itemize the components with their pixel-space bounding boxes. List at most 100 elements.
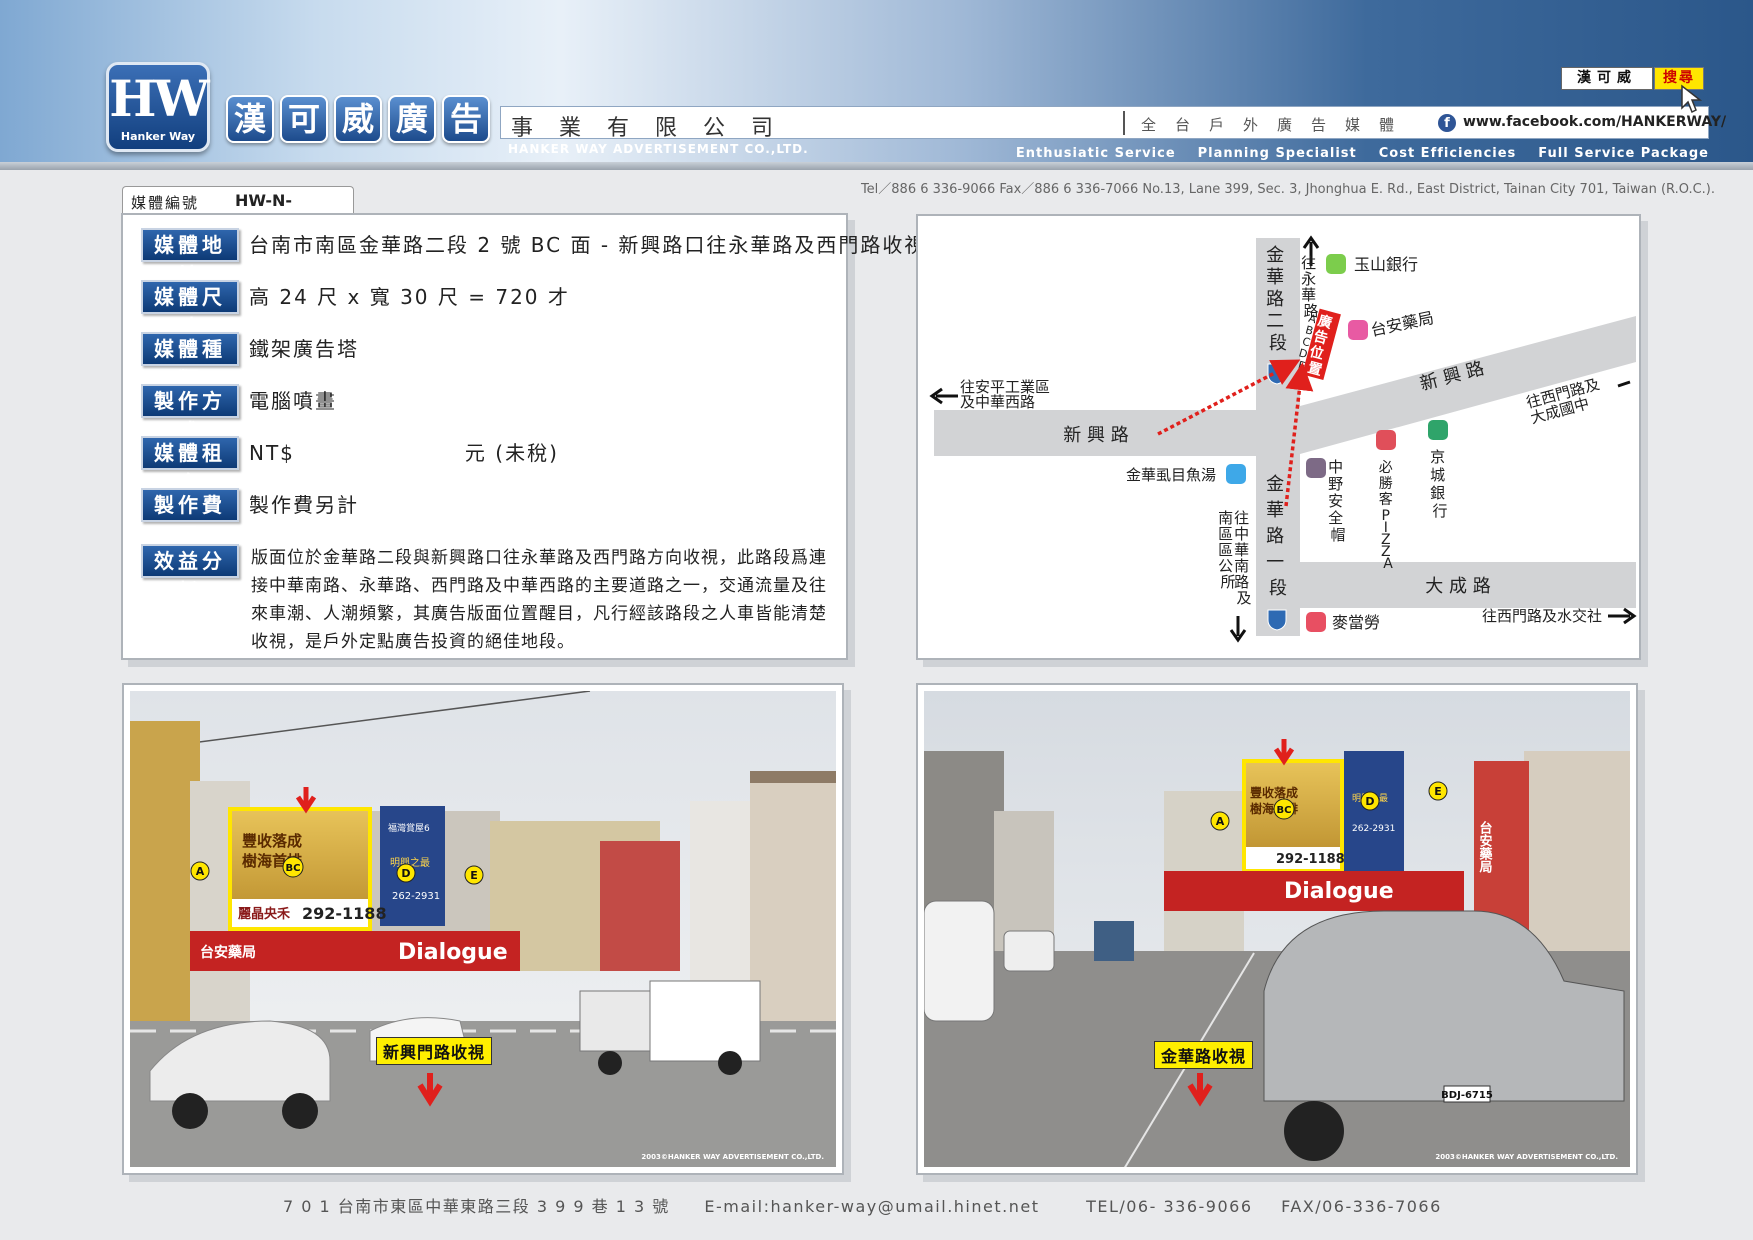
service-item: Planning Specialist — [1197, 146, 1357, 161]
landmark-taian-icon — [1348, 320, 1368, 340]
landmark-nakano: 中 野 安 全 帽 — [1328, 458, 1348, 544]
brand-char: 漢 — [226, 95, 274, 143]
billboard-bc: 豐收落成 樹海首排 292-1188 — [1242, 759, 1345, 873]
photo-xinxing-view: 豐收落成 樹海首排 麗晶央禾 292-1188 福灣賞屋6 明興之最 262-2… — [122, 683, 844, 1175]
media-code-label: 媒體編號 — [131, 194, 200, 212]
landmark-mcd-icon — [1306, 612, 1326, 632]
company-slogan: 全台戶外廣告媒體 — [1141, 116, 1414, 134]
svg-text:A: A — [196, 865, 205, 878]
search-input[interactable]: 漢可威 — [1561, 67, 1653, 90]
svg-text:麗晶央禾: 麗晶央禾 — [238, 906, 291, 922]
rent-prefix: NT$ — [249, 441, 295, 465]
logo-subtitle: Hanker Way — [120, 130, 196, 143]
contact-line: Tel／886 6 336-9066 Fax／886 6 336-7066 No… — [860, 182, 1715, 197]
direction-anping: 往安平工業區 及中華西路 — [960, 378, 1055, 411]
info-value: 電腦噴畫 — [249, 389, 337, 413]
svg-text:BC: BC — [286, 863, 301, 874]
info-value: NT$ 元 (未稅) — [249, 436, 559, 470]
landmark-kingsbank-icon — [1428, 420, 1448, 440]
facebook-icon[interactable]: f — [1438, 114, 1456, 132]
service-item: Cost Efficiencies — [1378, 146, 1517, 161]
brand-name: 漢 可 威 廣 告 — [226, 95, 490, 143]
pharmacy-sign: 台安藥局 — [1477, 820, 1494, 874]
svg-text:豐收落成: 豐收落成 — [242, 832, 302, 850]
landmark-nakano-icon — [1306, 458, 1326, 478]
info-label: 製作費用 — [141, 488, 239, 547]
brand-char: 廣 — [388, 95, 436, 143]
road-label-dacheng: 大 成 路 — [1425, 576, 1490, 597]
landmark-mcd: 麥當勞 — [1332, 613, 1380, 632]
photo-credit: 2003©HANKER WAY ADVERTISEMENT CO.,LTD. — [641, 1153, 824, 1161]
svg-text:262-2931: 262-2931 — [1352, 824, 1395, 834]
location-map: 金 華 路 二 段 金 華 路 一 段 新 興 路 新 興 路 大 成 路 往 … — [916, 214, 1641, 660]
info-value: 製作費另計 — [249, 493, 359, 517]
info-label: 效益分析 — [141, 544, 239, 603]
footer-contact: 7 0 1 台南市東區中華東路三段 3 9 9 巷 1 3 號 E-mail:h… — [283, 1193, 1442, 1217]
media-code-tab: 媒體編號 HW-N-0206BC — [122, 186, 354, 229]
photo-credit: 2003©HANKER WAY ADVERTISEMENT CO.,LTD. — [1435, 1153, 1618, 1161]
service-item: Full Service Package — [1538, 146, 1709, 161]
billboard-bc: 豐收落成 樹海首排 麗晶央禾 292-1188 — [228, 807, 387, 931]
landmark-pizza: 必 勝 客 P I Z Z A — [1379, 460, 1397, 572]
pharmacy-sign: 台安藥局 — [200, 944, 256, 961]
store-sign-dialogue: Dialogue — [398, 940, 508, 965]
info-label: 媒體地址 — [141, 228, 239, 287]
service-item: Enthusiatic Service — [1015, 146, 1176, 161]
svg-text:E: E — [470, 869, 478, 882]
company-name: 事業有限公司 — [511, 116, 800, 141]
header-banner: HW Hanker Way 漢 可 威 廣 告 事業有限公司 全台戶外廣告媒體 … — [0, 0, 1753, 170]
svg-text:福灣賞屋6: 福灣賞屋6 — [388, 822, 430, 834]
landmark-taian: 台安藥局 — [1369, 308, 1436, 340]
bar-divider — [1123, 111, 1125, 135]
arrow-south-icon — [1229, 616, 1247, 643]
info-value: 台南市南區金華路二段 2 號 BC 面 - 新興路口往永華路及西門路收視 — [249, 233, 927, 257]
company-bar: 事業有限公司 全台戶外廣告媒體 f www.facebook.com/HANKE… — [500, 106, 1726, 141]
info-value: 高 24 尺 x 寬 30 尺 = 720 才 — [249, 285, 570, 309]
svg-text:292-1188: 292-1188 — [1276, 852, 1345, 867]
svg-text:D: D — [401, 867, 410, 880]
brand-char: 威 — [334, 95, 382, 143]
media-info-panel: 媒體地址 台南市南區金華路二段 2 號 BC 面 - 新興路口往永華路及西門路收… — [121, 213, 924, 660]
info-row-fee: 製作費用 製作費另計 — [141, 488, 359, 547]
facebook-link[interactable]: www.facebook.com/HANKERWAY/ — [1463, 114, 1726, 130]
svg-text:A: A — [1216, 815, 1225, 828]
info-row-analysis: 效益分析 版面位於金華路二段與新興路口往永華路及西門路方向收視，此路段爲連接中華… — [141, 544, 831, 656]
footer-email[interactable]: E-mail:hanker-way@umail.hinet.net — [704, 1197, 1039, 1216]
svg-text:BC: BC — [1277, 805, 1292, 816]
info-row-method: 製作方式 電腦噴畫 — [141, 384, 337, 443]
svg-text:E: E — [1434, 785, 1442, 798]
landmark-esun-icon — [1326, 254, 1346, 274]
footer-address: 7 0 1 台南市東區中華東路三段 3 9 9 巷 1 3 號 — [283, 1197, 670, 1216]
info-label: 製作方式 — [141, 384, 239, 443]
photo-caption: 新興門路收視 — [376, 1037, 493, 1065]
road-label-jinhua-1: 金 華 路 一 段 — [1266, 474, 1290, 599]
photo-caption: 金華路收視 — [1154, 1041, 1254, 1069]
photo-scene: 豐收落成 樹海首排 麗晶央禾 292-1188 福灣賞屋6 明興之最 262-2… — [130, 691, 836, 1167]
license-plate: BDJ-6715 — [1441, 1090, 1493, 1101]
info-label: 媒體種類 — [141, 332, 239, 391]
brand-char: 告 — [442, 95, 490, 143]
footer-tel: TEL/06- 336-9066 — [1086, 1197, 1253, 1216]
info-row-rent: 媒體租金 NT$ 元 (未稅) — [141, 436, 559, 495]
photo-jinhua-view: 台安藥局 豐收落成 樹海首排 292-1188 明興之最 262-2931 Di… — [916, 683, 1638, 1175]
landmark-pizza-icon — [1376, 430, 1396, 450]
brand-char: 可 — [280, 95, 328, 143]
info-row-size: 媒體尺寸 高 24 尺 x 寬 30 尺 = 720 才 — [141, 280, 570, 339]
arrow-east-icon — [1608, 607, 1637, 625]
landmark-kingsbank: 京 城 銀 行 — [1430, 448, 1450, 520]
footer-fax: FAX/06-336-7066 — [1281, 1197, 1442, 1216]
info-value: 鐵架廣告塔 — [249, 337, 359, 361]
svg-text:292-1188: 292-1188 — [302, 904, 387, 923]
info-row-type: 媒體種類 鐵架廣告塔 — [141, 332, 359, 391]
road-label-jinhua-2: 金 華 路 二 段 — [1266, 245, 1290, 354]
svg-text:262-2931: 262-2931 — [392, 891, 440, 902]
direction-yonghua: 往 永 華 路 — [1301, 254, 1321, 320]
company-english-name: HANKER WAY ADVERTISEMENT CO.,LTD. — [508, 142, 809, 156]
street-photo: 豐收落成 樹海首排 麗晶央禾 292-1188 福灣賞屋6 明興之最 262-2… — [130, 691, 836, 1167]
logo-text: HW — [109, 69, 209, 128]
store-sign-dialogue: Dialogue — [1284, 879, 1394, 904]
info-analysis-text: 版面位於金華路二段與新興路口往永華路及西門路方向收視，此路段爲連接中華南路、永華… — [251, 548, 827, 652]
company-logo[interactable]: HW Hanker Way — [106, 62, 210, 152]
svg-text:豐收落成: 豐收落成 — [1250, 785, 1298, 800]
photo-scene: 台安藥局 豐收落成 樹海首排 292-1188 明興之最 262-2931 Di… — [924, 691, 1630, 1167]
